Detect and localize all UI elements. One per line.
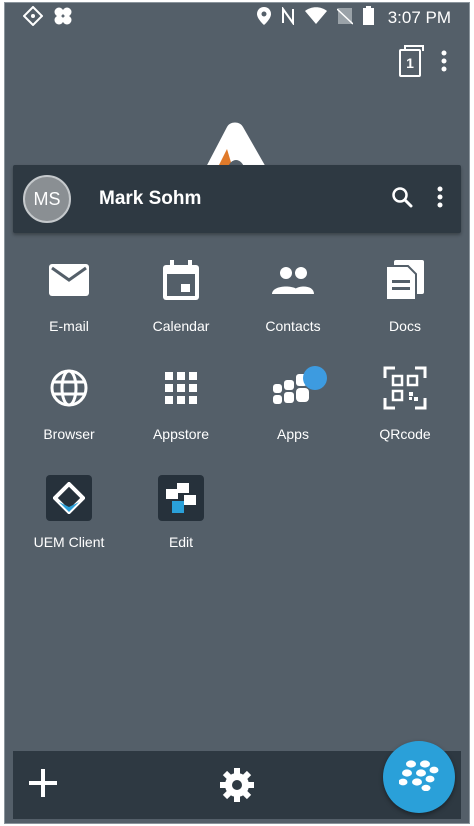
app-label: Apps (277, 426, 309, 442)
status-time: 3:07 PM (387, 8, 451, 27)
globe-icon (49, 368, 89, 413)
app-email[interactable]: E-mail (13, 258, 125, 338)
battery-icon (362, 6, 374, 30)
app-appstore[interactable]: Appstore (125, 366, 237, 446)
home-screen: 3:07 PM 1 MS Mark Sohm E-mail Calendar C… (4, 2, 470, 824)
search-icon[interactable] (391, 186, 413, 213)
diamond-nav-icon (22, 5, 44, 31)
app-uem-client[interactable]: UEM Client (13, 474, 125, 554)
no-sim-icon (336, 7, 354, 30)
location-icon (256, 6, 271, 30)
clover-icon (53, 6, 73, 31)
app-contacts[interactable]: Contacts (237, 258, 349, 338)
mail-icon (49, 263, 89, 301)
tab-switcher-button[interactable]: 1 (399, 45, 424, 77)
blackberry-fab-button[interactable] (383, 741, 455, 813)
blackberry-icon (398, 759, 439, 796)
status-bar: 3:07 PM (5, 3, 469, 33)
user-header: MS Mark Sohm (13, 165, 461, 233)
app-edit[interactable]: Edit (125, 474, 237, 554)
avatar-initials: MS (33, 188, 61, 209)
more-vert-icon[interactable] (437, 186, 443, 213)
contacts-icon (272, 266, 314, 299)
app-docs[interactable]: Docs (349, 258, 461, 338)
app-label: UEM Client (33, 534, 105, 550)
top-actions: 1 (399, 45, 447, 77)
grid-icon (165, 371, 197, 409)
nfc-icon (281, 5, 295, 30)
app-label: Docs (389, 318, 421, 334)
app-label: Browser (43, 426, 95, 442)
gear-icon[interactable] (219, 767, 255, 808)
tab-count-label: 1 (406, 55, 414, 71)
notification-badge (303, 366, 327, 390)
qrcode-icon (383, 366, 427, 415)
user-name: Mark Sohm (99, 188, 202, 209)
app-label: Appstore (152, 426, 210, 442)
docs-icon (385, 259, 424, 305)
edit-app-icon (158, 475, 204, 521)
app-apps[interactable]: Apps (237, 366, 349, 446)
app-label: E-mail (49, 318, 89, 334)
app-browser[interactable]: Browser (13, 366, 125, 446)
more-vert-icon[interactable] (441, 50, 447, 77)
app-label: Contacts (265, 318, 321, 334)
app-grid: E-mail Calendar Contacts Docs Browser Ap… (13, 258, 461, 554)
app-label: Edit (168, 534, 194, 550)
plus-icon[interactable] (29, 768, 57, 802)
app-label: Calendar (152, 318, 210, 334)
calendar-icon (163, 259, 199, 305)
app-label: QRcode (379, 426, 431, 442)
uem-client-icon (46, 475, 92, 521)
app-qrcode[interactable]: QRcode (349, 366, 461, 446)
avatar[interactable]: MS (23, 175, 71, 223)
app-calendar[interactable]: Calendar (125, 258, 237, 338)
wifi-icon (304, 6, 327, 30)
